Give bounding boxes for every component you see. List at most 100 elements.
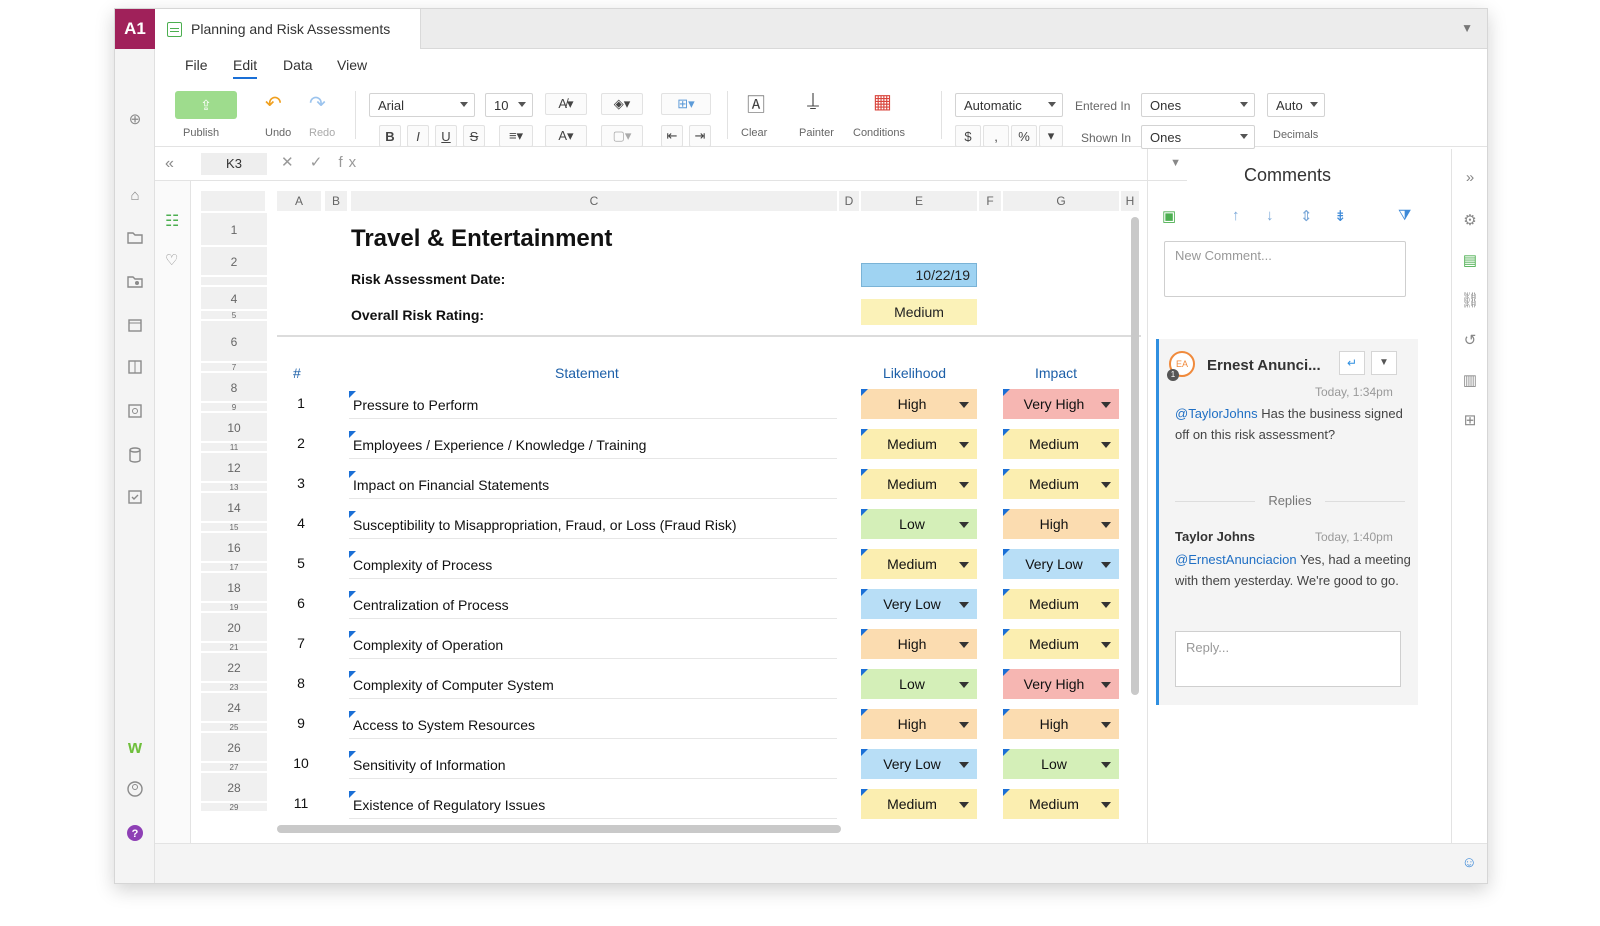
collapse-right-icon[interactable]: » <box>1460 169 1480 189</box>
statement-cell[interactable]: Access to System Resources <box>349 711 837 739</box>
row-header[interactable]: 13 <box>201 483 267 493</box>
user-icon[interactable] <box>125 779 145 799</box>
column-header[interactable]: D <box>839 191 861 211</box>
impact-select[interactable]: Very High <box>1003 669 1119 699</box>
painter-label[interactable]: Painter <box>799 127 834 139</box>
reply-icon[interactable]: ↵ <box>1339 351 1365 375</box>
menu-view[interactable]: View <box>337 57 367 73</box>
column-header[interactable]: F <box>979 191 1003 211</box>
conditions-icon[interactable]: ▦ <box>873 89 892 114</box>
row-header[interactable]: 5 <box>201 311 267 321</box>
row-header[interactable]: 16 <box>201 533 267 563</box>
likelihood-select[interactable]: Medium <box>861 549 977 579</box>
impact-select[interactable]: High <box>1003 509 1119 539</box>
chevron-down-icon[interactable]: ▼ <box>1461 21 1473 35</box>
undo-icon[interactable]: ↶ <box>265 91 282 116</box>
likelihood-select[interactable]: Medium <box>861 429 977 459</box>
table-icon[interactable]: ⊞ <box>1460 411 1480 431</box>
likelihood-select[interactable]: Very Low <box>861 749 977 779</box>
statement-cell[interactable]: Pressure to Perform <box>349 391 837 419</box>
row-header[interactable]: 21 <box>201 643 267 653</box>
reply-input[interactable]: Reply... <box>1175 631 1401 687</box>
row-header[interactable]: 29 <box>201 803 267 813</box>
image-icon[interactable] <box>125 401 145 421</box>
overall-rating-cell[interactable]: Medium <box>861 299 977 325</box>
borders-icon[interactable]: ⊞▾ <box>661 93 711 115</box>
document-tab[interactable]: Planning and Risk Assessments <box>155 9 421 49</box>
filter-icon[interactable]: ⧩ <box>1398 207 1411 224</box>
shared-folder-icon[interactable] <box>125 271 145 291</box>
statement-cell[interactable]: Employees / Experience / Knowledge / Tra… <box>349 431 837 459</box>
task-icon[interactable] <box>125 487 145 507</box>
underline-button[interactable]: U <box>435 125 457 147</box>
menu-edit[interactable]: Edit <box>233 57 258 79</box>
row-header[interactable]: 25 <box>201 723 267 733</box>
impact-select[interactable]: Low <box>1003 749 1119 779</box>
text-color-icon[interactable]: A▾ <box>545 125 587 147</box>
statement-cell[interactable]: Complexity of Operation <box>349 631 837 659</box>
impact-select[interactable]: Medium <box>1003 589 1119 619</box>
row-header[interactable]: 26 <box>201 733 267 763</box>
clear-format-icon[interactable]: A̸▾ <box>545 93 587 115</box>
likelihood-select[interactable]: Medium <box>861 469 977 499</box>
app-logo[interactable]: A1 <box>115 9 155 49</box>
likelihood-select[interactable]: Low <box>861 509 977 539</box>
fill-color-icon[interactable]: ◈▾ <box>601 93 643 115</box>
align-icon[interactable]: ≡▾ <box>499 125 533 147</box>
font-family-select[interactable]: Arial <box>369 93 475 117</box>
conditions-label[interactable]: Conditions <box>853 127 905 139</box>
shown-in-select[interactable]: Ones <box>1141 125 1255 149</box>
row-header[interactable]: 11 <box>201 443 267 453</box>
publish-button[interactable]: ⇪ <box>175 91 237 119</box>
row-header[interactable]: 17 <box>201 563 267 573</box>
clear-label[interactable]: Clear <box>741 127 767 139</box>
row-header[interactable]: 28 <box>201 773 267 803</box>
row-header[interactable]: 22 <box>201 653 267 683</box>
redo-icon[interactable]: ↷ <box>309 91 326 116</box>
row-header[interactable]: 12 <box>201 453 267 483</box>
impact-select[interactable]: Medium <box>1003 429 1119 459</box>
attachment-icon[interactable]: ▥ <box>1460 371 1480 391</box>
row-header[interactable]: 10 <box>201 413 267 443</box>
impact-select[interactable]: High <box>1003 709 1119 739</box>
statement-cell[interactable]: Complexity of Process <box>349 551 837 579</box>
column-header[interactable]: A <box>277 191 323 211</box>
impact-select[interactable]: Very Low <box>1003 549 1119 579</box>
bold-button[interactable]: B <box>379 125 401 147</box>
home-icon[interactable]: ⌂ <box>125 185 145 205</box>
border-style-icon[interactable]: ▢▾ <box>601 125 643 147</box>
comments-icon[interactable]: ▤ <box>1460 251 1480 271</box>
italic-button[interactable]: I <box>407 125 429 147</box>
statement-cell[interactable]: Impact on Financial Statements <box>349 471 837 499</box>
vertical-scrollbar[interactable] <box>1131 217 1139 695</box>
history-icon[interactable]: ↺ <box>1460 331 1480 351</box>
horizontal-scrollbar[interactable] <box>277 825 841 833</box>
statement-cell[interactable]: Sensitivity of Information <box>349 751 837 779</box>
menu-data[interactable]: Data <box>283 57 313 73</box>
column-header[interactable]: H <box>1121 191 1141 211</box>
number-format-select[interactable]: Automatic <box>955 93 1063 117</box>
cell-reference[interactable]: K3 <box>201 153 267 175</box>
likelihood-select[interactable]: Very Low <box>861 589 977 619</box>
statement-cell[interactable]: Centralization of Process <box>349 591 837 619</box>
row-header[interactable]: 6 <box>201 321 267 363</box>
add-comment-icon[interactable]: ▣ <box>1162 207 1176 225</box>
impact-select[interactable]: Medium <box>1003 789 1119 819</box>
likelihood-select[interactable]: High <box>861 389 977 419</box>
expand-icon[interactable]: ⇕ <box>1300 207 1313 225</box>
database-icon[interactable] <box>125 445 145 465</box>
collaborators-icon[interactable]: ☺ <box>1462 854 1477 871</box>
formula-actions-icon[interactable]: ✕ ✓ fx <box>281 153 362 171</box>
column-header[interactable]: C <box>351 191 839 211</box>
row-header[interactable]: 8 <box>201 373 267 403</box>
decimals-select[interactable]: Auto <box>1267 93 1325 117</box>
comment-mention[interactable]: @TaylorJohns <box>1175 406 1258 421</box>
row-header[interactable]: 19 <box>201 603 267 613</box>
likelihood-select[interactable]: Low <box>861 669 977 699</box>
row-header[interactable]: 24 <box>201 693 267 723</box>
row-header[interactable]: 14 <box>201 493 267 523</box>
statement-cell[interactable]: Complexity of Computer System <box>349 671 837 699</box>
workiva-w-icon[interactable]: w <box>125 737 145 757</box>
row-header[interactable]: 27 <box>201 763 267 773</box>
indent-decrease-icon[interactable]: ⇤ <box>661 125 683 147</box>
